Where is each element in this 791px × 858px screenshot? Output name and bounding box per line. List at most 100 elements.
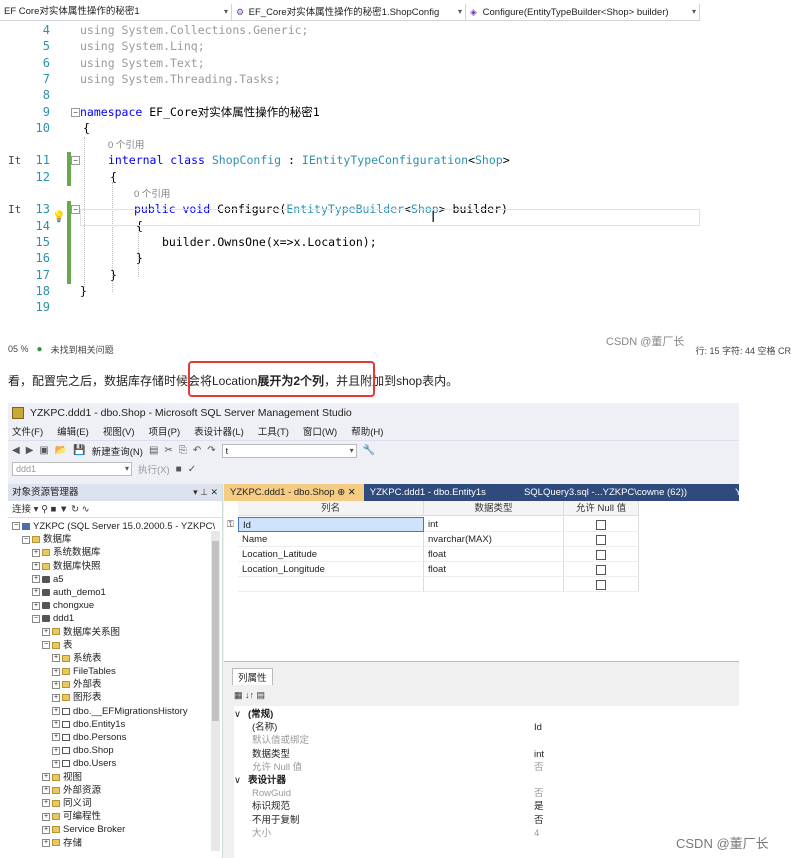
table-row[interactable]: Name nvarchar(MAX): [224, 532, 639, 547]
expand-icon[interactable]: +: [32, 601, 40, 610]
code-line[interactable]: 10 {: [0, 120, 791, 137]
execute-button[interactable]: 执行(X): [138, 462, 170, 476]
tree-node[interactable]: + dbo.Entity1s: [8, 718, 222, 731]
new-project-icon[interactable]: ▣: [39, 445, 48, 456]
tree-node[interactable]: + 外部资源: [8, 784, 222, 797]
data-type-cell[interactable]: [424, 577, 564, 592]
pin-close-icons[interactable]: ▾ ⊥ ✕: [193, 484, 218, 501]
tree-node[interactable]: + dbo.Persons: [8, 731, 222, 744]
expand-icon[interactable]: +: [52, 720, 60, 729]
code-line[interactable]: 9 − namespace EF_Core对实体属性操作的秘密1: [0, 104, 791, 121]
expand-icon[interactable]: +: [42, 825, 50, 834]
search-combo[interactable]: t: [221, 443, 357, 458]
cut-icon[interactable]: ✂: [164, 445, 172, 456]
type-dropdown[interactable]: ⚙ EF_Core对实体属性操作的秘密1.ShopConfig ▾: [232, 4, 466, 20]
query-icon[interactable]: ▤: [149, 445, 158, 456]
tree-node[interactable]: − 数据库: [8, 533, 222, 546]
property-row[interactable]: 大小 4: [234, 827, 739, 840]
expand-icon[interactable]: +: [42, 799, 50, 808]
property-row[interactable]: 不用于复制 否: [234, 814, 739, 827]
code-line[interactable]: 16}: [0, 250, 791, 268]
zoom-level[interactable]: 05 %: [8, 344, 29, 354]
issues-text[interactable]: 未找到相关问题: [51, 343, 114, 356]
expand-icon[interactable]: +: [42, 627, 50, 636]
copy-icon[interactable]: ⎘: [179, 445, 187, 456]
forward-icon[interactable]: ▶: [26, 445, 34, 456]
column-name-cell[interactable]: Location_Longitude: [238, 562, 424, 577]
chevron-down-icon[interactable]: ∨: [234, 708, 241, 721]
tree-node[interactable]: + FileTables: [8, 665, 222, 678]
tree-node[interactable]: + auth_demo1: [8, 586, 222, 599]
data-type-cell[interactable]: int: [424, 517, 564, 532]
column-name-cell[interactable]: Location_Latitude: [238, 547, 424, 562]
tree-node[interactable]: + chongxue: [8, 599, 222, 612]
menu-item[interactable]: 编辑(E): [57, 424, 89, 438]
code-area[interactable]: 4 using System.Collections.Generic; 5 using…: [0, 22, 791, 322]
expand-icon[interactable]: +: [52, 693, 60, 702]
menu-item[interactable]: 文件(F): [12, 424, 43, 438]
tree-node[interactable]: + 系统数据库: [8, 546, 222, 559]
tree-node[interactable]: + 数据库关系图: [8, 626, 222, 639]
project-dropdown[interactable]: EF Core对实体属性操作的秘密1 ▾: [0, 4, 232, 20]
expand-icon[interactable]: +: [32, 588, 40, 597]
expand-icon[interactable]: +: [52, 654, 60, 663]
property-row[interactable]: (名称) Id: [234, 721, 739, 734]
open-icon[interactable]: 📂: [55, 445, 67, 456]
parse-icon[interactable]: ✓: [188, 464, 196, 475]
tree-node[interactable]: + dbo.__EFMigrationsHistory: [8, 705, 222, 718]
menu-item[interactable]: 帮助(H): [351, 424, 383, 438]
code-line[interactable]: 19: [0, 299, 791, 316]
lightbulb-icon[interactable]: 💡: [52, 210, 66, 223]
tree-node[interactable]: + 可编程性: [8, 810, 222, 823]
code-line[interactable]: 0 个引用: [0, 136, 791, 153]
stop-icon[interactable]: ■: [176, 464, 182, 475]
collapse-icon[interactable]: −: [32, 614, 40, 623]
connect-button[interactable]: 连接: [12, 504, 31, 515]
tree-node[interactable]: − 表: [8, 639, 222, 652]
expand-icon[interactable]: +: [52, 746, 60, 755]
tree-node[interactable]: + 同义词: [8, 797, 222, 810]
menu-item[interactable]: 视图(V): [103, 424, 135, 438]
undo-icon[interactable]: ↶: [193, 445, 201, 456]
code-line[interactable]: 6 using System.Text;: [0, 55, 791, 72]
tree-node[interactable]: − YZKPC (SQL Server 15.0.2000.5 - YZKPC\: [8, 520, 222, 533]
expand-icon[interactable]: +: [32, 548, 40, 557]
allow-null-checkbox[interactable]: [596, 580, 606, 590]
code-line[interactable]: 7 using System.Threading.Tasks;: [0, 71, 791, 88]
menu-item[interactable]: 窗口(W): [303, 424, 337, 438]
code-line[interactable]: 11 It − internal class ShopConfig : IEntity…: [0, 152, 791, 170]
expand-icon[interactable]: +: [42, 773, 50, 782]
tree-node[interactable]: + Service Broker: [8, 823, 222, 836]
code-line[interactable]: 17}: [0, 266, 791, 284]
property-row[interactable]: 标识规范 是: [234, 800, 739, 813]
collapse-icon[interactable]: −: [71, 205, 80, 215]
property-row[interactable]: 默认值或绑定: [234, 734, 739, 747]
table-row[interactable]: ⚿ Id int: [224, 517, 639, 532]
collapse-icon[interactable]: −: [71, 156, 80, 166]
data-type-cell[interactable]: float: [424, 562, 564, 577]
code-editor[interactable]: EF Core对实体属性操作的秘密1 ▾ ⚙ EF_Core对实体属性操作的秘密…: [0, 0, 791, 358]
data-type-cell[interactable]: nvarchar(MAX): [424, 532, 564, 547]
tree-node[interactable]: − ddd1: [8, 612, 222, 625]
tree-node[interactable]: + dbo.Users: [8, 757, 222, 770]
document-tab[interactable]: YZKPC.ddd1 - dbo.Shop ⊕ ✕: [224, 484, 364, 501]
column-properties-tab[interactable]: 列属性: [232, 668, 273, 685]
back-icon[interactable]: ◀: [12, 445, 20, 456]
property-category[interactable]: ∨ (常规): [234, 708, 739, 721]
property-category[interactable]: ∨ 表设计器: [234, 774, 739, 787]
tree-node[interactable]: + 存储: [8, 837, 222, 850]
document-tab[interactable]: YZKPC.ddd1 - dbo.Entity1s: [364, 484, 494, 501]
allow-null-checkbox[interactable]: [596, 520, 606, 530]
tree-scrollbar[interactable]: [211, 531, 220, 851]
table-row[interactable]: Location_Longitude float: [224, 562, 639, 577]
reference-count[interactable]: 0 个引用: [108, 140, 144, 151]
column-name-cell[interactable]: [238, 577, 424, 592]
expand-icon[interactable]: +: [32, 575, 40, 584]
expand-icon[interactable]: +: [52, 759, 60, 768]
column-name-cell[interactable]: Id: [238, 517, 424, 532]
tree-node[interactable]: + 外部表: [8, 678, 222, 691]
document-tab[interactable]: SQLQuery3.sql -...YZKPC\cowne (62)): [494, 484, 695, 501]
code-line[interactable]: 15 builder.OwnsOne(x=>x.Location);: [0, 233, 791, 251]
collapse-icon[interactable]: −: [71, 107, 80, 117]
menu-item[interactable]: 表设计器(L): [194, 424, 244, 438]
